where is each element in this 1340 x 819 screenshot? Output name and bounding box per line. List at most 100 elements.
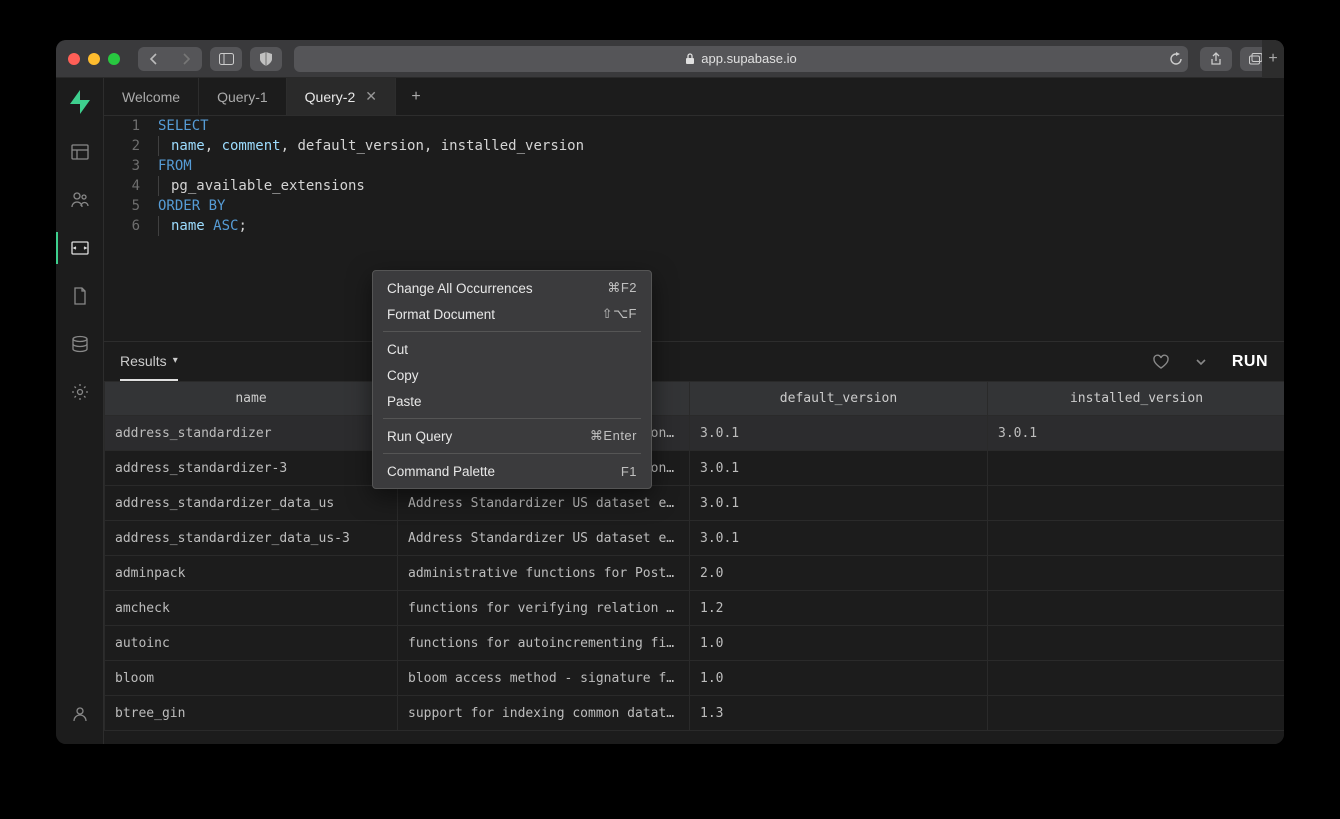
code-line[interactable]: name ASC; (158, 216, 1284, 236)
table-row[interactable]: address_standardizer-3Used to parse an a… (105, 451, 1285, 486)
table-cell: Address Standardizer US dataset example (398, 486, 690, 521)
menu-item[interactable]: Format Document ⇧⌥F (373, 301, 651, 327)
table-cell: 1.2 (690, 591, 988, 626)
sidebar-item-table[interactable] (56, 130, 104, 174)
table-cell: Address Standardizer US dataset example (398, 521, 690, 556)
table-cell: 2.0 (690, 556, 988, 591)
sidebar-item-account[interactable] (56, 692, 104, 736)
table-cell: address_standardizer_data_us (105, 486, 398, 521)
favorite-icon[interactable] (1152, 354, 1170, 370)
results-tab[interactable]: Results ▾ (120, 353, 178, 381)
code-area[interactable]: SELECTname, comment, default_version, in… (158, 116, 1284, 341)
table-cell: bloom (105, 661, 398, 696)
table-row[interactable]: address_standardizerUsed to parse an add… (105, 416, 1285, 451)
maximize-window-button[interactable] (108, 53, 120, 65)
tab-welcome[interactable]: Welcome (104, 78, 199, 115)
table-row[interactable]: address_standardizer_data_us-3Address St… (105, 521, 1285, 556)
table-cell: 1.0 (690, 661, 988, 696)
sidebar-item-auth[interactable] (56, 178, 104, 222)
table-row[interactable]: amcheckfunctions for verifying relation … (105, 591, 1285, 626)
code-line[interactable]: pg_available_extensions (158, 176, 1284, 196)
table-cell: address_standardizer-3 (105, 451, 398, 486)
chevron-down-icon[interactable] (1194, 355, 1208, 369)
table-cell: 3.0.1 (690, 416, 988, 451)
table-cell: 3.0.1 (690, 486, 988, 521)
editor-tabs: Welcome Query-1 Query-2 ✕ + (104, 78, 1284, 116)
reload-button[interactable] (1160, 47, 1192, 71)
browser-window: app.supabase.io (56, 40, 1284, 744)
sidebar-item-settings[interactable] (56, 370, 104, 414)
results-table: namecommentdefault_versioninstalled_vers… (104, 381, 1284, 731)
results-tab-label: Results (120, 353, 167, 369)
line-number: 5 (104, 196, 140, 216)
table-header-row: namecommentdefault_versioninstalled_vers… (105, 382, 1285, 416)
table-row[interactable]: adminpackadministrative functions for Po… (105, 556, 1285, 591)
menu-item[interactable]: Paste (373, 388, 651, 414)
share-button[interactable] (1200, 47, 1232, 71)
menu-item[interactable]: Copy (373, 362, 651, 388)
table-cell: autoinc (105, 626, 398, 661)
tab-query-2[interactable]: Query-2 ✕ (287, 78, 396, 115)
table-cell: functions for autoincrementing fields (398, 626, 690, 661)
context-menu: Change All Occurrences⌘F2Format Document… (372, 270, 652, 489)
sidebar-item-sql[interactable] (56, 226, 104, 270)
run-button[interactable]: RUN (1232, 353, 1268, 371)
column-header[interactable]: name (105, 382, 398, 416)
table-cell: address_standardizer_data_us-3 (105, 521, 398, 556)
tab-query-1[interactable]: Query-1 (199, 78, 287, 115)
table-cell: amcheck (105, 591, 398, 626)
sql-editor[interactable]: 123456 SELECTname, comment, default_vers… (104, 116, 1284, 341)
column-header[interactable]: default_version (690, 382, 988, 416)
sidebar-item-database[interactable] (56, 322, 104, 366)
code-line[interactable]: SELECT (158, 116, 1284, 136)
chevron-down-icon: ▾ (173, 355, 178, 366)
supabase-logo[interactable] (66, 88, 94, 116)
table-cell: support for indexing common datatypes in… (398, 696, 690, 731)
table-cell (988, 661, 1285, 696)
tab-label: Query-1 (217, 89, 268, 105)
menu-item[interactable]: Cut (373, 336, 651, 362)
app-sidebar (56, 78, 104, 744)
back-button[interactable] (138, 47, 170, 71)
close-window-button[interactable] (68, 53, 80, 65)
forward-button[interactable] (170, 47, 202, 71)
line-number: 6 (104, 216, 140, 236)
table-cell: administrative functions for PostgreSQL (398, 556, 690, 591)
menu-item-shortcut: ⌘F2 (607, 280, 637, 296)
table-cell: adminpack (105, 556, 398, 591)
sidebar-item-storage[interactable] (56, 274, 104, 318)
table-row[interactable]: bloombloom access method - signature fil… (105, 661, 1285, 696)
menu-item[interactable]: Change All Occurrences⌘F2 (373, 275, 651, 301)
url-bar[interactable]: app.supabase.io (294, 46, 1188, 72)
line-gutter: 123456 (104, 116, 158, 341)
menu-item-label: Format Document (387, 307, 495, 322)
browser-new-tab-button[interactable]: + (1262, 40, 1284, 78)
code-line[interactable]: name, comment, default_version, installe… (158, 136, 1284, 156)
menu-item[interactable]: Command PaletteF1 (373, 458, 651, 484)
close-icon[interactable]: ✕ (365, 88, 377, 105)
menu-item-shortcut: ⇧⌥F (602, 306, 637, 322)
table-row[interactable]: autoincfunctions for autoincrementing fi… (105, 626, 1285, 661)
results-table-wrap[interactable]: namecommentdefault_versioninstalled_vers… (104, 381, 1284, 744)
sidebar-toggle-button[interactable] (210, 47, 242, 71)
menu-separator (383, 453, 641, 454)
add-tab-button[interactable]: + (396, 78, 436, 115)
table-row[interactable]: address_standardizer_data_usAddress Stan… (105, 486, 1285, 521)
minimize-window-button[interactable] (88, 53, 100, 65)
code-line[interactable]: ORDER BY (158, 196, 1284, 216)
menu-item-shortcut: F1 (621, 464, 637, 479)
lock-icon (685, 53, 695, 65)
column-header[interactable]: installed_version (988, 382, 1285, 416)
table-cell: bloom access method - signature file bas… (398, 661, 690, 696)
line-number: 1 (104, 116, 140, 136)
table-cell: btree_gin (105, 696, 398, 731)
table-cell: 3.0.1 (988, 416, 1285, 451)
menu-item-label: Run Query (387, 429, 452, 444)
menu-item[interactable]: Run Query⌘Enter (373, 423, 651, 449)
shield-button[interactable] (250, 47, 282, 71)
table-cell: functions for verifying relation integri… (398, 591, 690, 626)
code-line[interactable]: FROM (158, 156, 1284, 176)
table-row[interactable]: btree_ginsupport for indexing common dat… (105, 696, 1285, 731)
table-cell (988, 521, 1285, 556)
table-cell (988, 556, 1285, 591)
